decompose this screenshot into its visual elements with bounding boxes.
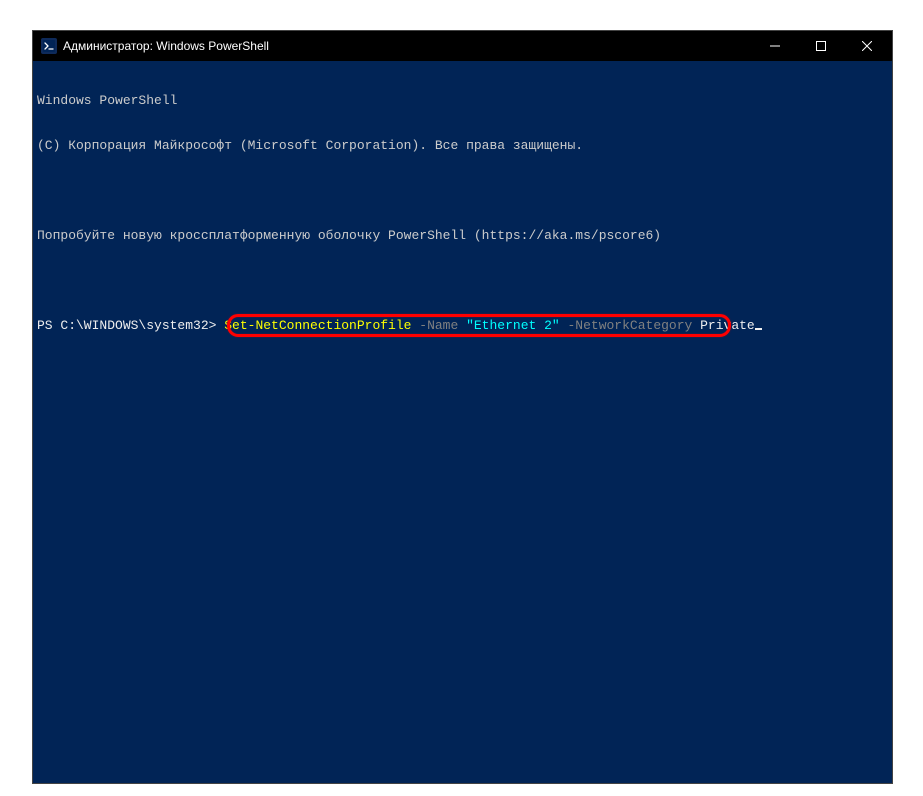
pscore-notice: Попробуйте новую кроссплатформенную обол…: [37, 228, 888, 243]
window-controls: [752, 31, 890, 61]
param-value-1: "Ethernet 2": [458, 318, 559, 333]
window-title: Администратор: Windows PowerShell: [63, 39, 752, 53]
prompt: PS C:\WINDOWS\system32>: [37, 318, 224, 333]
powershell-icon: [41, 38, 57, 54]
param-value-2: Private: [692, 318, 754, 333]
cursor: [755, 328, 762, 330]
powershell-window: Администратор: Windows PowerShell Window…: [32, 30, 893, 784]
close-button[interactable]: [844, 31, 890, 61]
blank-line: [37, 273, 888, 288]
terminal-output[interactable]: Windows PowerShell (C) Корпорация Майкро…: [33, 61, 892, 783]
blank-line: [37, 183, 888, 198]
titlebar[interactable]: Администратор: Windows PowerShell: [33, 31, 892, 61]
command-line: PS C:\WINDOWS\system32> Set-NetConnectio…: [37, 318, 888, 363]
copyright-line: (C) Корпорация Майкрософт (Microsoft Cor…: [37, 138, 888, 153]
param-name-1: -Name: [411, 318, 458, 333]
ps-header-line: Windows PowerShell: [37, 93, 888, 108]
param-name-2: -NetworkCategory: [560, 318, 693, 333]
minimize-button[interactable]: [752, 31, 798, 61]
maximize-button[interactable]: [798, 31, 844, 61]
cmdlet: Set-NetConnectionProfile: [224, 318, 411, 333]
